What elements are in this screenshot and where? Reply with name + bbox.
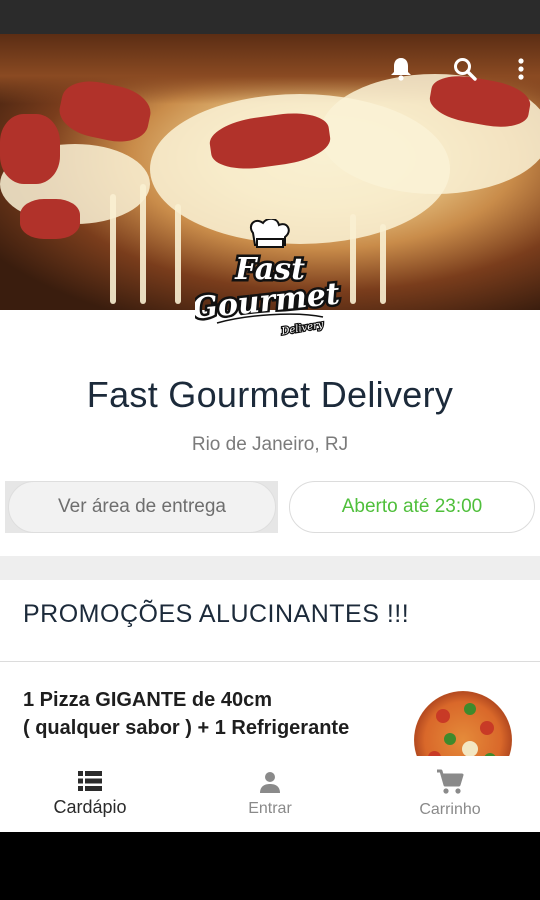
nav-item-cardapio[interactable]: Cardápio — [0, 756, 180, 832]
promo-item-description[interactable]: 1 Pizza GIGANTE de 40cm ( qualquer sabor… — [23, 686, 403, 742]
store-location: Rio de Janeiro, RJ — [191, 434, 349, 455]
person-icon — [260, 772, 280, 793]
nav-label-cardapio: Cardápio — [53, 796, 127, 817]
list-icon — [78, 770, 102, 791]
nav-item-carrinho[interactable]: Carrinho — [360, 756, 540, 832]
section-divider — [0, 556, 540, 580]
promo-item-line2: ( qualquer sabor ) + 1 Refrigerante — [23, 717, 350, 739]
nav-label-carrinho: Carrinho — [419, 801, 481, 818]
hero-toolbar — [388, 56, 526, 82]
bell-icon[interactable] — [388, 56, 414, 82]
store-name: Fast Gourmet Delivery — [86, 374, 454, 415]
nav-label-entrar: Entrar — [248, 800, 292, 817]
bottom-navigation: Cardápio Entrar Carrinho — [0, 756, 540, 832]
cart-icon — [437, 769, 464, 794]
promotions-divider — [0, 661, 540, 662]
search-icon[interactable] — [452, 56, 478, 82]
status-bar — [0, 0, 540, 34]
system-navigation-bar — [0, 832, 540, 900]
nav-item-entrar[interactable]: Entrar — [180, 756, 360, 832]
promotions-section-title: PROMOÇÕES ALUCINANTES !!! — [23, 600, 410, 628]
delivery-area-button[interactable]: Ver área de entrega — [8, 481, 276, 533]
app-screen: Fast Gourmet Delivery Fast Gourmet Deliv… — [0, 34, 540, 832]
brand-logo: Fast Gourmet Delivery — [195, 219, 345, 344]
promo-item-line1: 1 Pizza GIGANTE de 40cm — [23, 689, 272, 711]
more-vert-icon[interactable] — [516, 56, 526, 82]
opening-hours-badge[interactable]: Aberto até 23:00 — [289, 481, 535, 533]
logo-text-delivery: Delivery — [280, 319, 325, 337]
